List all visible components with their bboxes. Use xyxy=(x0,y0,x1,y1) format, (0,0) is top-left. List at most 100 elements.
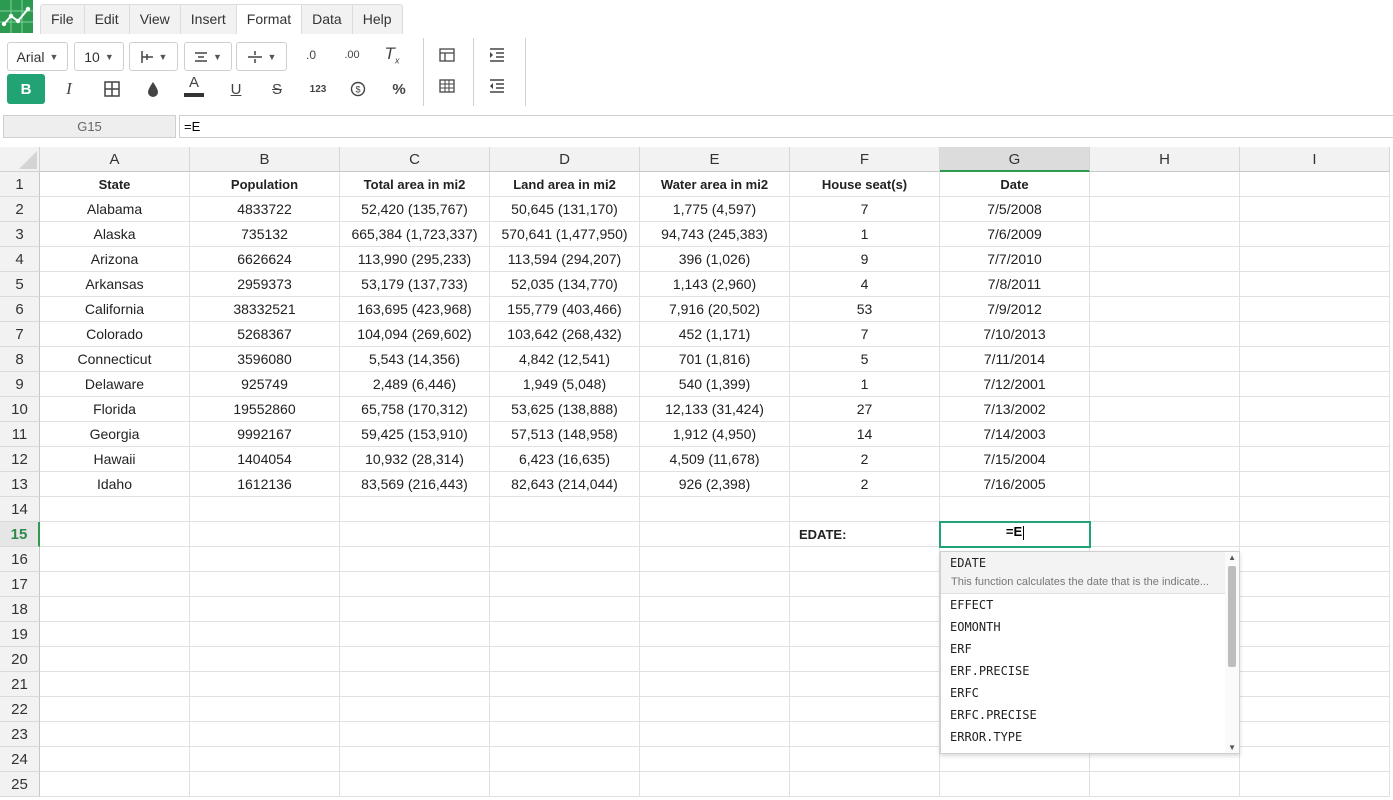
cell-i11[interactable] xyxy=(1240,422,1390,447)
cell-a10[interactable]: Florida xyxy=(40,397,190,422)
cell-h2[interactable] xyxy=(1090,197,1240,222)
cell-h6[interactable] xyxy=(1090,297,1240,322)
cell-i21[interactable] xyxy=(1240,672,1390,697)
cell-e15[interactable] xyxy=(640,522,790,547)
cell-c18[interactable] xyxy=(340,597,490,622)
cell-a20[interactable] xyxy=(40,647,190,672)
autocomplete-scrollbar[interactable]: ▲ ▼ xyxy=(1225,552,1239,753)
cell-b20[interactable] xyxy=(190,647,340,672)
cell-e18[interactable] xyxy=(640,597,790,622)
cell-i22[interactable] xyxy=(1240,697,1390,722)
cell-a4[interactable]: Arizona xyxy=(40,247,190,272)
row-header-18[interactable]: 18 xyxy=(0,597,40,622)
cell-e1[interactable]: Water area in mi2 xyxy=(640,172,790,197)
select-all-corner[interactable] xyxy=(0,147,40,172)
autocomplete-item[interactable]: ERROR.TYPE xyxy=(941,726,1239,748)
cell-i10[interactable] xyxy=(1240,397,1390,422)
row-header-13[interactable]: 13 xyxy=(0,472,40,497)
cell-c5[interactable]: 53,179 (137,733) xyxy=(340,272,490,297)
cell-b19[interactable] xyxy=(190,622,340,647)
cell-a5[interactable]: Arkansas xyxy=(40,272,190,297)
cell-f6[interactable]: 53 xyxy=(790,297,940,322)
cell-i4[interactable] xyxy=(1240,247,1390,272)
cell-f7[interactable]: 7 xyxy=(790,322,940,347)
cell-i14[interactable] xyxy=(1240,497,1390,522)
cell-a7[interactable]: Colorado xyxy=(40,322,190,347)
cell-b14[interactable] xyxy=(190,497,340,522)
cell-h14[interactable] xyxy=(1090,497,1240,522)
cell-e25[interactable] xyxy=(640,772,790,797)
row-header-14[interactable]: 14 xyxy=(0,497,40,522)
cell-a18[interactable] xyxy=(40,597,190,622)
cell-e20[interactable] xyxy=(640,647,790,672)
cell-b18[interactable] xyxy=(190,597,340,622)
fill-color-button[interactable] xyxy=(138,75,168,103)
row-header-17[interactable]: 17 xyxy=(0,572,40,597)
row-header-2[interactable]: 2 xyxy=(0,197,40,222)
cell-f9[interactable]: 1 xyxy=(790,372,940,397)
cell-b3[interactable]: 735132 xyxy=(190,222,340,247)
cell-d3[interactable]: 570,641 (1,477,950) xyxy=(490,222,640,247)
cell-g10[interactable]: 7/13/2002 xyxy=(940,397,1090,422)
row-header-19[interactable]: 19 xyxy=(0,622,40,647)
cell-b1[interactable]: Population xyxy=(190,172,340,197)
row-header-7[interactable]: 7 xyxy=(0,322,40,347)
cell-g5[interactable]: 7/8/2011 xyxy=(940,272,1090,297)
cell-f1[interactable]: House seat(s) xyxy=(790,172,940,197)
cell-i3[interactable] xyxy=(1240,222,1390,247)
cell-b13[interactable]: 1612136 xyxy=(190,472,340,497)
cell-c6[interactable]: 163,695 (423,968) xyxy=(340,297,490,322)
cell-d7[interactable]: 103,642 (268,432) xyxy=(490,322,640,347)
percent-format-button[interactable]: % xyxy=(384,75,414,103)
bold-button[interactable]: B xyxy=(7,74,45,104)
cell-a22[interactable] xyxy=(40,697,190,722)
row-header-15[interactable]: 15 xyxy=(0,522,40,547)
row-header-1[interactable]: 1 xyxy=(0,172,40,197)
cell-h12[interactable] xyxy=(1090,447,1240,472)
active-cell-editor[interactable]: =E xyxy=(939,521,1091,548)
cell-borders-button[interactable] xyxy=(97,75,127,103)
scroll-down-icon[interactable]: ▼ xyxy=(1228,743,1236,752)
cell-g8[interactable]: 7/11/2014 xyxy=(940,347,1090,372)
autocomplete-item[interactable]: ERF xyxy=(941,638,1239,660)
cell-d18[interactable] xyxy=(490,597,640,622)
row-header-16[interactable]: 16 xyxy=(0,547,40,572)
cell-g1[interactable]: Date xyxy=(940,172,1090,197)
cell-i18[interactable] xyxy=(1240,597,1390,622)
autocomplete-item[interactable]: EURO xyxy=(941,748,1239,753)
cell-i7[interactable] xyxy=(1240,322,1390,347)
row-header-6[interactable]: 6 xyxy=(0,297,40,322)
cell-f25[interactable] xyxy=(790,772,940,797)
row-header-10[interactable]: 10 xyxy=(0,397,40,422)
autocomplete-item[interactable]: ERFC xyxy=(941,682,1239,704)
cell-a11[interactable]: Georgia xyxy=(40,422,190,447)
cell-e3[interactable]: 94,743 (245,383) xyxy=(640,222,790,247)
cell-d11[interactable]: 57,513 (148,958) xyxy=(490,422,640,447)
cell-c7[interactable]: 104,094 (269,602) xyxy=(340,322,490,347)
cell-d5[interactable]: 52,035 (134,770) xyxy=(490,272,640,297)
row-header-24[interactable]: 24 xyxy=(0,747,40,772)
cell-a17[interactable] xyxy=(40,572,190,597)
row-header-11[interactable]: 11 xyxy=(0,422,40,447)
cell-a1[interactable]: State xyxy=(40,172,190,197)
cell-c25[interactable] xyxy=(340,772,490,797)
cell-d24[interactable] xyxy=(490,747,640,772)
cell-b17[interactable] xyxy=(190,572,340,597)
cell-c13[interactable]: 83,569 (216,443) xyxy=(340,472,490,497)
cell-f20[interactable] xyxy=(790,647,940,672)
cell-f12[interactable]: 2 xyxy=(790,447,940,472)
cell-f15[interactable]: EDATE: xyxy=(790,522,940,547)
cell-d12[interactable]: 6,423 (16,635) xyxy=(490,447,640,472)
cell-b22[interactable] xyxy=(190,697,340,722)
cell-g14[interactable] xyxy=(940,497,1090,522)
cell-f21[interactable] xyxy=(790,672,940,697)
row-header-3[interactable]: 3 xyxy=(0,222,40,247)
cell-a6[interactable]: California xyxy=(40,297,190,322)
autocomplete-item[interactable]: EOMONTH xyxy=(941,616,1239,638)
cell-f23[interactable] xyxy=(790,722,940,747)
cell-i5[interactable] xyxy=(1240,272,1390,297)
underline-button[interactable]: U xyxy=(221,75,251,103)
column-header-g[interactable]: G xyxy=(940,147,1090,172)
cell-c24[interactable] xyxy=(340,747,490,772)
cell-d10[interactable]: 53,625 (138,888) xyxy=(490,397,640,422)
